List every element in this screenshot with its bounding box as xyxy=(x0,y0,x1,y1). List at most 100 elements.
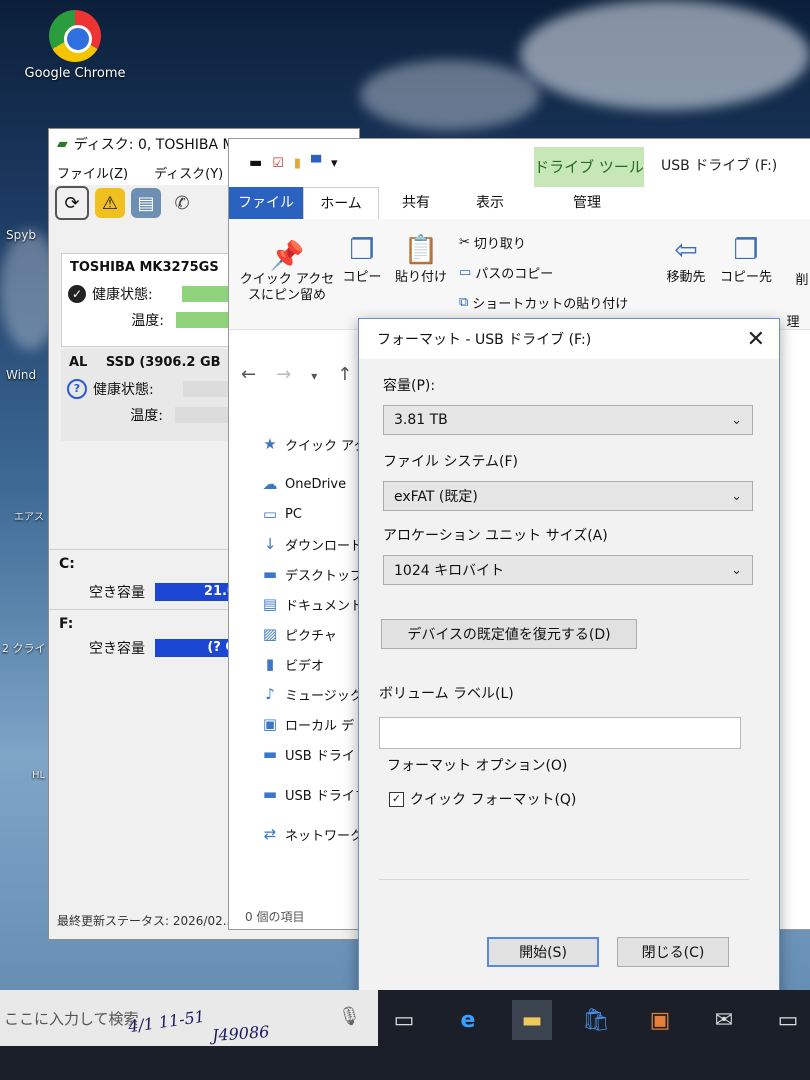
nav-item[interactable]: ↓ ダウンロード xyxy=(259,529,369,559)
nav-item[interactable]: ▤ ドキュメント xyxy=(259,589,369,619)
desktop-edge-label: Wind xyxy=(6,368,37,382)
desktop-icon-chrome[interactable]: Google Chrome xyxy=(20,10,130,81)
warning-icon[interactable]: ⚠ xyxy=(95,188,125,218)
start-button[interactable]: 開始(S) xyxy=(487,937,599,967)
disk-name: AL SSD (3906.2 GB xyxy=(61,349,251,376)
mail-icon[interactable]: ✉ xyxy=(704,1000,744,1040)
nav-item-icon: ▤ xyxy=(262,595,278,613)
window-title: USB ドライブ (F:) xyxy=(661,158,778,174)
nav-item[interactable]: ▨ ピクチャ xyxy=(259,619,369,649)
nav-item[interactable]: ▬ USB ドライブ xyxy=(259,779,369,809)
microphone-icon[interactable]: 🎙 xyxy=(338,1006,361,1027)
temp-row: 温度: 22 xyxy=(62,307,252,333)
health-label: 健康状態: xyxy=(93,382,154,398)
nav-item[interactable]: ▬ デスクトップ xyxy=(259,559,369,589)
copy-button[interactable]: ❐ コピー xyxy=(339,233,385,285)
store-icon[interactable]: 🛍 xyxy=(576,1000,616,1040)
disk-name-text: SSD (3906.2 GB xyxy=(105,355,221,370)
tab-view[interactable]: 表示 xyxy=(453,187,527,219)
nav-item-label: PC xyxy=(285,506,302,522)
close-icon[interactable]: ✕ xyxy=(747,327,765,352)
copy-path-button[interactable]: ▭ パスのコピー xyxy=(459,263,553,282)
chevron-down-icon: ⌄ xyxy=(731,488,742,504)
filesystem-select[interactable]: exFAT (既定) ⌄ xyxy=(383,481,753,511)
move-to-button[interactable]: ⇦ 移動先 xyxy=(659,233,713,285)
app-icon[interactable]: ▣ xyxy=(640,1000,680,1040)
menu-file[interactable]: ファイル(Z) xyxy=(57,163,128,182)
nav-item[interactable]: ▬ USB ドライ xyxy=(259,739,369,769)
item-count: 0 個の項目 xyxy=(245,910,305,924)
temp-label: 温度: xyxy=(130,408,163,424)
allocation-select[interactable]: 1024 キロバイト ⌄ xyxy=(383,555,753,585)
task-view-icon[interactable]: ▭ xyxy=(384,1000,424,1040)
navigation-buttons: ← → ▾ ↑ xyxy=(241,364,352,388)
nav-item[interactable]: ★ クイック アク xyxy=(259,429,369,459)
tab-manage[interactable]: 管理 xyxy=(533,187,641,219)
disk-panel-2[interactable]: AL SSD (3906.2 GB ? 健康状態: 温度: xyxy=(61,349,251,441)
close-button[interactable]: 閉じる(C) xyxy=(617,937,729,967)
pin-quick-access-button[interactable]: 📌 クイック アクセ スにピン留め xyxy=(237,239,337,304)
chrome-icon xyxy=(49,10,101,62)
refresh-icon[interactable]: ⟳ xyxy=(55,186,89,220)
back-arrow-icon[interactable]: ← xyxy=(241,364,256,388)
nav-item-icon: ↓ xyxy=(263,535,277,553)
nav-item-icon: ⇄ xyxy=(263,825,277,843)
restore-defaults-button[interactable]: デバイスの既定値を復元する(D) xyxy=(381,619,637,649)
paste-button[interactable]: 📋 貼り付け xyxy=(391,233,451,285)
desktop-edge-label: HL xyxy=(32,770,46,781)
satellite-icon[interactable]: ✆ xyxy=(167,188,197,218)
copy-to-button[interactable]: ❐ コピー先 xyxy=(719,233,773,285)
up-arrow-icon[interactable]: ↑ xyxy=(337,364,352,388)
cut-button[interactable]: ✂ 切り取り xyxy=(459,233,526,252)
menu-disk[interactable]: ディスク(Y) xyxy=(154,163,223,182)
search-placeholder: ここに入力して検索 xyxy=(4,1009,139,1028)
disk-icon[interactable]: ▤ xyxy=(131,188,161,218)
capacity-select[interactable]: 3.81 TB ⌄ xyxy=(383,405,753,435)
dialog-title-bar: フォーマット - USB ドライブ (F:) ✕ xyxy=(359,319,779,359)
nav-item[interactable]: ♪ ミュージック xyxy=(259,679,369,709)
nav-item[interactable]: ▣ ローカル デ xyxy=(259,709,369,739)
window-icon[interactable]: ▬ xyxy=(249,155,262,171)
nav-item-label: USB ドライ xyxy=(285,748,355,764)
forward-arrow-icon[interactable]: → xyxy=(276,364,291,388)
nav-item[interactable]: ⇄ ネットワーク xyxy=(259,819,369,849)
paste-shortcut-button[interactable]: ⧉ ショートカットの貼り付け xyxy=(459,293,628,312)
nav-item[interactable]: ▮ ビデオ xyxy=(259,649,369,679)
nav-item-icon: ▭ xyxy=(262,505,278,523)
nav-item-label: ドキュメント xyxy=(285,598,364,614)
chevron-down-icon[interactable]: ▾ xyxy=(311,364,317,388)
status-text: 最終更新ステータス: 2026/02... xyxy=(57,914,235,928)
delete-button[interactable]: 削 xyxy=(795,269,809,288)
chevron-down-icon: ⌄ xyxy=(731,412,742,428)
new-folder-icon[interactable]: ▮ xyxy=(294,156,301,171)
edge-icon[interactable]: e xyxy=(448,1000,488,1040)
checkbox-checked-icon: ✓ xyxy=(389,791,404,807)
app-icon[interactable]: ▭ xyxy=(768,1000,808,1040)
desktop-edge-label: エアス xyxy=(14,512,44,523)
drive-tools-context-tab[interactable]: ドライブ ツール xyxy=(534,147,644,189)
nav-item-icon: ♪ xyxy=(265,685,275,703)
volume-label-input[interactable] xyxy=(379,717,741,749)
nav-item-label: デスクトップ xyxy=(285,568,364,584)
quick-format-checkbox[interactable]: ✓ クイック フォーマット(Q) xyxy=(389,789,576,809)
nav-item-label: USB ドライブ xyxy=(285,788,368,804)
nav-item-label: ダウンロード xyxy=(285,538,364,554)
nav-item-label: クイック アク xyxy=(285,438,367,454)
tab-file[interactable]: ファイル xyxy=(229,187,303,219)
filesystem-value: exFAT (既定) xyxy=(394,489,478,505)
copy-to-icon: ❐ xyxy=(733,233,759,266)
drive-icon[interactable]: ▀ xyxy=(311,156,321,171)
nav-item[interactable]: ▭ PC xyxy=(259,499,369,529)
chevron-down-icon[interactable]: ▾ xyxy=(331,156,338,171)
file-explorer-icon[interactable]: ▬ xyxy=(512,1000,552,1040)
properties-icon[interactable]: ☑ xyxy=(272,156,284,171)
free-space-label: 空き容量 xyxy=(89,585,145,601)
tab-share[interactable]: 共有 xyxy=(379,187,453,219)
disk-panel-1[interactable]: TOSHIBA MK3275GS ✓ 健康状態: 10 温度: 22 xyxy=(61,253,253,347)
nav-item[interactable]: ☁ OneDrive xyxy=(259,469,369,499)
format-dialog: フォーマット - USB ドライブ (F:) ✕ 容量(P): 3.81 TB … xyxy=(358,318,780,1010)
allocation-value: 1024 キロバイト xyxy=(394,563,505,579)
nav-item-icon: ▬ xyxy=(262,565,278,583)
nav-item-label: ネットワーク xyxy=(285,828,364,844)
tab-home[interactable]: ホーム xyxy=(303,187,379,219)
